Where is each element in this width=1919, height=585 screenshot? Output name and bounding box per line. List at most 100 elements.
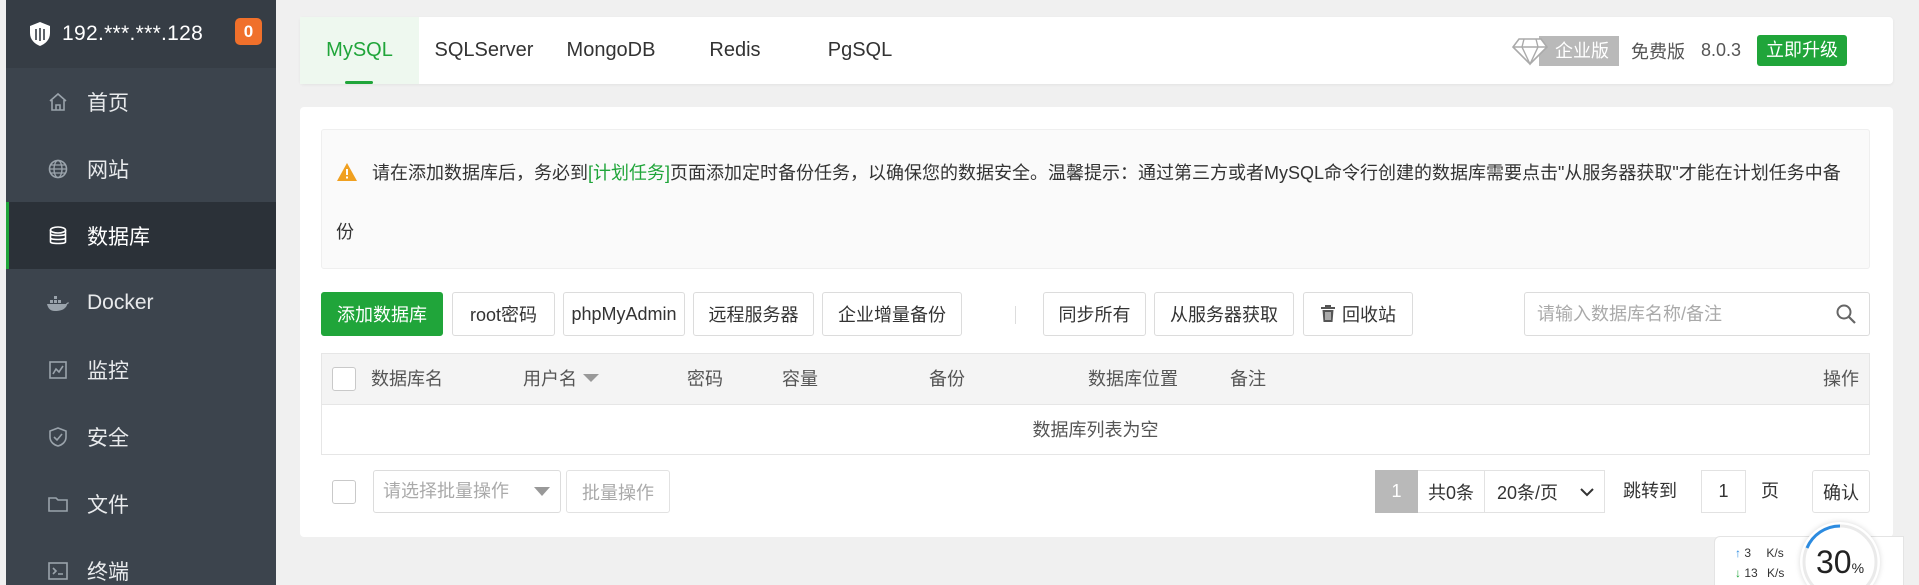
database-type-tabs: MySQL SQLServer MongoDB Redis PgSQL 企业版 … [300, 17, 1893, 84]
percent-sign: % [1851, 560, 1865, 576]
column-remark: 备注 [1230, 369, 1266, 389]
column-actions: 操作 [1823, 369, 1859, 389]
sidebar-item-website[interactable]: 网站 [6, 135, 276, 202]
column-db-location: 数据库位置 [1088, 369, 1178, 389]
download-unit: K/s [1767, 566, 1785, 580]
tab-pgsql[interactable]: PgSQL [797, 17, 923, 84]
column-username[interactable]: 用户名 [523, 354, 599, 404]
total-count: 共0条 [1418, 470, 1485, 513]
upload-unit: K/s [1766, 546, 1784, 560]
terminal-icon [46, 559, 70, 583]
table-header: 数据库名 用户名 密码 容量 备份 数据库位置 备注 操作 [322, 354, 1869, 405]
current-page[interactable]: 1 [1375, 470, 1418, 513]
table-footer: 请选择批量操作 批量操作 1 共0条 20条/页 跳转到 1 页 确认 [321, 470, 1870, 514]
cpu-percent: 30% [1800, 544, 1880, 581]
sync-all-button[interactable]: 同步所有 [1043, 292, 1146, 336]
download-speed: ↓ 13 K/s [1735, 566, 1784, 580]
sidebar-item-home[interactable]: 首页 [6, 68, 276, 135]
sidebar-item-label: Docker [87, 290, 154, 314]
diamond-icon [1511, 37, 1549, 66]
column-capacity: 容量 [782, 369, 818, 389]
sidebar-item-label: 终端 [87, 560, 129, 584]
page-size-select[interactable]: 20条/页 [1485, 470, 1605, 513]
column-db-name[interactable]: 数据库名 [371, 354, 443, 404]
upload-value: 3 [1744, 546, 1752, 560]
sort-caret-icon[interactable] [583, 374, 599, 383]
edition-info: 企业版 免费版 8.0.3 立即升级 [1511, 17, 1893, 84]
column-backup: 备份 [929, 369, 965, 389]
sidebar-item-files[interactable]: 文件 [6, 470, 276, 537]
tab-mongodb[interactable]: MongoDB [549, 17, 673, 84]
database-panel: 请在添加数据库后，务必到[计划任务]页面添加定时备份任务，以确保您的数据安全。温… [300, 107, 1893, 537]
enterprise-backup-button[interactable]: 企业增量备份 [822, 292, 962, 336]
batch-operation-select[interactable]: 请选择批量操作 [373, 470, 561, 513]
sidebar-item-terminal[interactable]: 终端 [6, 537, 276, 585]
select-all-checkbox[interactable] [332, 367, 356, 391]
upload-speed: ↑ 3 K/s [1735, 546, 1784, 560]
jump-label: 跳转到 [1623, 481, 1677, 501]
notification-badge[interactable]: 0 [235, 18, 262, 45]
root-password-button[interactable]: root密码 [452, 292, 555, 336]
confirm-jump-button[interactable]: 确认 [1812, 470, 1870, 513]
recycle-bin-label: 回收站 [1342, 305, 1396, 325]
database-icon [46, 224, 70, 248]
sidebar-item-monitor[interactable]: 监控 [6, 336, 276, 403]
toolbar-divider [1015, 306, 1016, 324]
sidebar-header: 192.***.***.128 0 [6, 0, 276, 68]
chevron-down-icon [1580, 488, 1594, 497]
warning-icon [337, 163, 357, 182]
cpu-value: 30 [1815, 544, 1852, 580]
download-value: 13 [1744, 566, 1758, 580]
recycle-bin-button[interactable]: 回收站 [1303, 292, 1413, 336]
sidebar-item-label: 文件 [87, 493, 129, 517]
arrow-up-icon: ↑ [1735, 546, 1741, 560]
search-icon[interactable] [1835, 303, 1857, 325]
alert-text-before: 请在添加数据库后，务必到 [372, 163, 588, 183]
column-password: 密码 [687, 369, 723, 389]
tab-mysql[interactable]: MySQL [300, 17, 419, 84]
sidebar-item-label: 数据库 [87, 225, 150, 249]
monitor-chart-icon [46, 358, 70, 382]
tab-redis[interactable]: Redis [673, 17, 797, 84]
batch-operation-button[interactable]: 批量操作 [566, 470, 670, 513]
sidebar-item-docker[interactable]: Docker [6, 269, 276, 336]
remote-server-button[interactable]: 远程服务器 [693, 292, 814, 336]
shield-logo-icon [30, 22, 50, 46]
tab-sqlserver[interactable]: SQLServer [419, 17, 549, 84]
version-label: 8.0.3 [1700, 40, 1741, 60]
pagination: 1 共0条 20条/页 跳转到 [1375, 470, 1735, 513]
sidebar-item-label: 网站 [87, 158, 129, 182]
free-edition-label[interactable]: 免费版 [1631, 38, 1685, 64]
page-size-value: 20条/页 [1497, 482, 1559, 503]
page-unit-label: 页 [1761, 481, 1779, 501]
column-username-label: 用户名 [523, 369, 577, 389]
sidebar-item-security[interactable]: 安全 [6, 403, 276, 470]
empty-message: 数据库列表为空 [1032, 420, 1159, 440]
chevron-down-icon [534, 487, 550, 496]
home-icon [46, 90, 70, 114]
trash-icon [1321, 305, 1335, 322]
docker-icon [46, 291, 70, 315]
shield-check-icon [46, 425, 70, 449]
sidebar-item-label: 安全 [87, 426, 129, 450]
cpu-usage-gauge[interactable]: 30% [1800, 522, 1880, 585]
database-search [1524, 292, 1870, 336]
upgrade-button[interactable]: 立即升级 [1757, 35, 1847, 66]
add-database-button[interactable]: 添加数据库 [321, 292, 443, 336]
jump-page-input[interactable]: 1 [1701, 470, 1746, 513]
arrow-down-icon: ↓ [1735, 566, 1741, 580]
batch-select-placeholder: 请选择批量操作 [383, 481, 509, 501]
sidebar-item-label: 首页 [87, 91, 129, 115]
phpmyadmin-button[interactable]: phpMyAdmin [563, 292, 685, 336]
sidebar-item-database[interactable]: 数据库 [6, 202, 276, 269]
folder-icon [46, 492, 70, 516]
cron-task-link[interactable]: [计划任务] [588, 163, 670, 183]
enterprise-label: 企业版 [1538, 35, 1619, 66]
enterprise-edition[interactable]: 企业版 [1511, 35, 1619, 66]
globe-icon [46, 157, 70, 181]
server-ip[interactable]: 192.***.***.128 [62, 22, 203, 46]
fetch-from-server-button[interactable]: 从服务器获取 [1154, 292, 1294, 336]
search-input[interactable] [1537, 303, 1817, 325]
database-table: 数据库名 用户名 密码 容量 备份 数据库位置 备注 操作 数据库列表为空 [321, 353, 1870, 455]
footer-select-checkbox[interactable] [332, 480, 356, 504]
